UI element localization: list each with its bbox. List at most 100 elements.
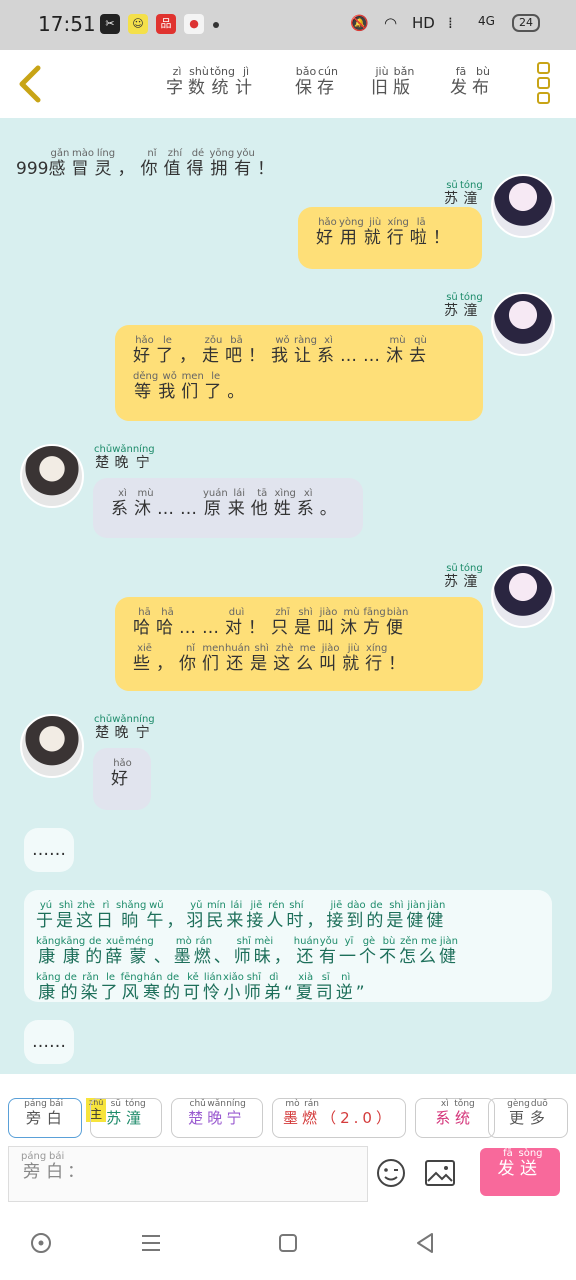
emoji-icon[interactable] [376,1158,406,1188]
role-narrator[interactable]: 旁páng白bái [8,1098,82,1138]
ruby-char: 司sī [315,972,336,1003]
ruby-char: 健jiàn [426,900,447,931]
ruby-char: 燃rán [302,1099,322,1127]
ruby-char: 灵líng [94,148,118,179]
ruby-char: 的de [366,900,387,931]
message-bubble[interactable]: 好hǎo了le，走zǒu吧bā！我wǒ让ràng系xì……沐mù去qù 等děn… [115,325,483,421]
avatar-sutong[interactable] [491,174,555,238]
ruby-char: 晚wǎn [112,444,133,471]
ruby-char: 时shí [286,900,307,931]
send-button[interactable]: 发fā送sòng [480,1148,560,1196]
ruby-char: 楚chǔ [188,1099,208,1127]
ruby-char: …… [157,499,203,519]
avatar-chuwanning[interactable] [20,714,84,778]
image-icon[interactable] [425,1160,455,1186]
home-icon[interactable] [277,1232,299,1254]
avatar-sutong[interactable] [491,564,555,628]
ruby-char: 么me [296,643,320,674]
avatar-chuwanning[interactable] [20,444,84,508]
speaker-name: 苏sū潼tóng [444,563,483,591]
ruby-char: 值zhí [163,148,187,179]
ruby-char: 叫jiào [319,643,343,674]
map-notification-icon: ● [184,14,204,34]
more-menu-icon[interactable] [537,62,553,108]
ruby-char: 让ràng [294,335,317,366]
ruby-char: 健jiàn [406,900,427,931]
ruby-char: 健jiàn [438,936,459,967]
ruby-char: 便biàn [386,607,409,638]
ruby-char: 些xiē [133,643,156,674]
ruby-char: 宁níng [132,444,155,471]
ruby-char: 叫jiào [317,607,340,638]
ruby-char: 旁páng [24,1099,47,1127]
speaker-name: 楚chǔ晚wǎn宁níng [94,714,155,742]
ruby-char: 于yú [36,900,56,931]
message-bubble[interactable]: 哈hā哈hā……对duì！只zhī是shì叫jiào沐mù方fāng便biàn … [115,597,483,691]
avatar-sutong[interactable] [491,292,555,356]
ruby-char: ， [156,654,179,674]
ruby-char: “ [283,983,296,1003]
chat-area[interactable]: 999感gǎn冒mào灵líng，你nǐ值zhí得dé拥yōng有yǒu！ 苏s… [0,118,576,1074]
ruby-char: 走zǒu [202,335,225,366]
ruby-char: 沐mù [134,488,157,519]
mute-icon: 🔕 [350,14,369,32]
ruby-char: 我wǒ [158,371,182,402]
app-header: 字zì数shù统tǒng计jì 保bǎo存cún 旧jiù版bǎn 发fā布bù [0,50,576,118]
save-button[interactable]: 保bǎo存cún [295,65,339,98]
ruby-char: 怜lián [202,972,223,1003]
back-arrow-icon[interactable] [14,64,48,104]
ruby-char: 2.0 [340,1109,376,1127]
ruby-char: 们men [181,371,205,402]
ruby-char: ！ [248,618,271,638]
ellipsis-bubble[interactable]: …… [24,1020,74,1064]
ruby-char: ， [179,346,202,366]
role-system[interactable]: 系xì统tǒng [415,1098,495,1138]
old-version-button[interactable]: 旧jiù版bǎn [371,65,415,98]
ruby-char: 康kāng [60,936,86,967]
message-input[interactable]: 旁páng白bái： [8,1146,368,1202]
ruby-char: 哈hā [156,607,179,638]
ruby-char: 风fēng [120,972,143,1003]
ruby-char: 原yuán [203,488,228,519]
ruby-char: 拥yōng [209,148,235,179]
back-icon[interactable] [414,1232,436,1254]
narration-bubble[interactable]: 于yú是shì这zhè日rì晌shǎng午wǔ，羽yǔ民mín来lái接jiē人… [24,890,552,1002]
ruby-char: 用yòng [339,217,364,248]
ruby-char: （ [321,1109,341,1127]
role-moran[interactable]: 墨mò燃rán（2.0） [272,1098,406,1138]
publish-button[interactable]: 发fā布bù [450,65,494,98]
ruby-char: 好hǎo [133,335,156,366]
ruby-char: 行xíng [365,643,389,674]
ruby-char: …… [340,346,386,366]
ruby-char: 个gè [358,936,379,967]
ruby-char: 版bǎn [393,65,415,98]
status-time: 17:51 [38,12,96,36]
ruby-char: 存cún [317,65,339,98]
ruby-char: 苏sū [444,292,460,319]
ruby-char: 潼tóng [125,1099,146,1127]
ruby-char: 苏sū [106,1099,126,1127]
ruby-char: ： [67,1162,89,1182]
role-more[interactable]: 更gèng多duō [488,1098,568,1138]
ruby-char: 这zhè [273,643,297,674]
menu-icon[interactable] [140,1232,162,1254]
ruby-char: 好hǎo [111,758,134,789]
ruby-char: 是shì [294,607,317,638]
message-bubble[interactable]: 系xì沐mù……原yuán来lái他tā姓xìng系xì。 [93,478,363,538]
assistant-icon[interactable] [30,1232,52,1254]
ruby-char: 日rì [96,900,116,931]
ruby-char: 系xì [317,335,340,366]
role-chuwanning[interactable]: 楚chǔ晚wǎn宁níng [171,1098,263,1138]
more-notifications-icon [213,22,219,28]
ruby-char: 可kě [182,972,203,1003]
message-bubble[interactable]: 好hǎo用yòng就jiù行xíng啦lā！ [298,207,482,269]
word-count-button[interactable]: 字zì数shù统tǒng计jì [166,65,257,98]
role-sutong[interactable]: 苏sū潼tóng [90,1098,162,1138]
ruby-char: 弟dì [263,972,284,1003]
ruby-char: 了le [156,335,179,366]
ruby-char: 了le [100,972,121,1003]
ruby-char: ” [355,983,368,1003]
ellipsis-bubble[interactable]: …… [24,828,74,872]
ruby-char: 更gèng [507,1099,530,1127]
message-bubble[interactable]: 好hǎo [93,748,151,810]
